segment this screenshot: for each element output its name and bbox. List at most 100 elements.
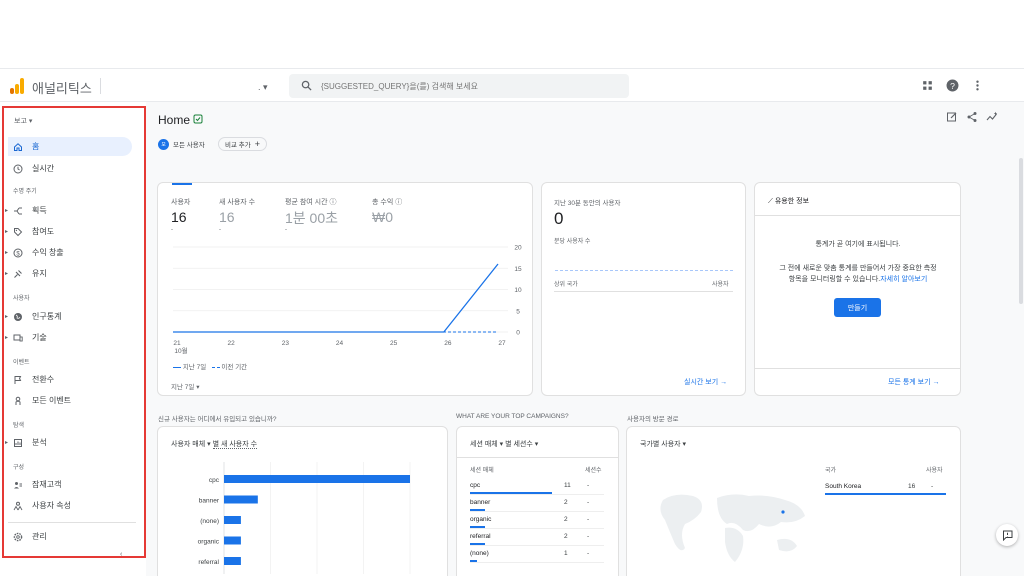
users-line-chart: 20 15 10 5 0 21 22 23 24 25 26 27 10월 bbox=[173, 245, 522, 355]
insights-divider bbox=[755, 215, 960, 216]
sidebar-item-admin[interactable]: 관리 bbox=[8, 527, 132, 546]
sidebar-item-realtime[interactable]: 실시간 bbox=[8, 159, 132, 178]
bar-label: referral bbox=[198, 559, 219, 566]
realtime-card bbox=[541, 182, 746, 396]
edit-icon[interactable] bbox=[946, 111, 958, 123]
help-outline-icon[interactable]: ⓘ bbox=[329, 199, 336, 206]
view-all-insights-link[interactable]: 모든 통계 보기 → bbox=[888, 377, 939, 387]
campaign-row-label[interactable]: referral bbox=[470, 533, 491, 540]
new-users-dimension-dropdown[interactable]: 사용자 매체 ▾ 별 새 사용자 수 bbox=[171, 439, 258, 449]
legend-current-swatch bbox=[173, 366, 181, 369]
help-icon[interactable]: ? bbox=[946, 79, 959, 92]
metric-value: 16 bbox=[171, 209, 187, 225]
campaign-dimension-dropdown[interactable]: 세션 매체 ▾ 별 세션수 ▾ bbox=[470, 439, 538, 449]
x-tick-sublabel: 10월 bbox=[174, 346, 187, 355]
feedback-button[interactable] bbox=[996, 524, 1018, 546]
campaign-row-label[interactable]: cpc bbox=[470, 482, 480, 489]
view-realtime-link[interactable]: 실시간 보기 → bbox=[684, 377, 727, 387]
search-bar[interactable] bbox=[289, 74, 629, 98]
sidebar-item-label: 기술 bbox=[32, 333, 47, 342]
campaign-row-value: 2 bbox=[564, 516, 568, 523]
sidebar-item-label: 잠재고객 bbox=[32, 480, 62, 489]
country-row-label[interactable]: South Korea bbox=[825, 483, 861, 490]
country-dropdown[interactable]: 국가별 사용자 ▾ bbox=[640, 439, 686, 449]
sidebar-item-monetization[interactable]: ▸ $ 수익 창출 bbox=[5, 243, 132, 262]
expand-caret-icon: ▸ bbox=[5, 208, 9, 214]
metric-selector[interactable]: 별 새 사용자 수 bbox=[212, 441, 258, 449]
dimension-label: 사용자 매체 ▾ bbox=[171, 441, 211, 448]
insights-message: 통계가 곧 여기에 표시됩니다. bbox=[815, 241, 901, 248]
analytics-logo-icon[interactable] bbox=[10, 78, 24, 94]
campaign-row-change: - bbox=[587, 533, 590, 540]
campaign-row-label[interactable]: (none) bbox=[470, 550, 489, 557]
active-metric-underline bbox=[172, 183, 192, 185]
insights-sparkle-icon[interactable] bbox=[986, 111, 998, 123]
metric-label[interactable]: 평균 참여 시간 ⓘ bbox=[285, 197, 336, 207]
campaign-row-label[interactable]: organic bbox=[470, 516, 491, 523]
x-tick-label: 25 bbox=[390, 340, 398, 347]
sidebar-item-label: 유지 bbox=[32, 269, 47, 278]
compare-label: 비교 추가 bbox=[225, 142, 251, 149]
bar-label: organic bbox=[198, 539, 220, 546]
report-selector[interactable]: 보고 ▾ bbox=[14, 116, 32, 126]
sidebar-item-label: 관리 bbox=[32, 532, 47, 541]
campaigns-divider bbox=[457, 457, 618, 458]
sidebar-item-acquisition[interactable]: ▸ 획득 bbox=[5, 201, 132, 220]
metric-change: - bbox=[285, 227, 287, 233]
apps-grid-icon[interactable] bbox=[921, 79, 934, 92]
sidebar-item-audiences[interactable]: 잠재고객 bbox=[8, 475, 132, 494]
realtime-col-users: 사용자 bbox=[712, 282, 729, 288]
campaign-row-label[interactable]: banner bbox=[470, 499, 490, 506]
page-scrollbar[interactable] bbox=[1019, 158, 1023, 304]
insights-message: 항목을 모니터링할 수 있습니다.자세히 알아보기 bbox=[758, 274, 958, 286]
help-outline-icon[interactable]: ⓘ bbox=[395, 199, 402, 206]
metric-label[interactable]: 새 사용자 수 bbox=[219, 197, 255, 207]
insights-footer-divider bbox=[755, 368, 960, 369]
campaign-row-change: - bbox=[587, 516, 590, 523]
date-range-dropdown[interactable]: 지난 7일 ▾ bbox=[171, 381, 199, 391]
more-vert-icon[interactable] bbox=[971, 79, 984, 92]
add-comparison-button[interactable]: 비교 추가 + bbox=[218, 137, 267, 151]
title-divider bbox=[100, 78, 101, 94]
acquisition-icon bbox=[14, 207, 22, 214]
collapse-chevron-icon[interactable]: ‹ bbox=[120, 551, 122, 558]
sidebar-item-all-events[interactable]: 모든 이벤트 bbox=[8, 391, 132, 410]
world-map bbox=[660, 494, 805, 562]
audience-icon bbox=[14, 481, 22, 488]
analysis-icon bbox=[14, 438, 22, 447]
chevron-down-icon: ▾ bbox=[196, 384, 200, 391]
metric-label[interactable]: 사용자 bbox=[171, 197, 190, 207]
feedback-icon bbox=[1002, 530, 1012, 541]
sidebar-item-demographics[interactable]: ▸ 인구통계 bbox=[5, 307, 132, 326]
report-label: 보고 bbox=[14, 118, 27, 125]
sidebar-item-engagement[interactable]: ▸ 참여도 bbox=[5, 222, 132, 241]
bar-label: (none) bbox=[200, 518, 219, 525]
all-users-chip[interactable]: 모 모든 사용자 bbox=[158, 137, 205, 151]
expand-caret-icon: ▸ bbox=[5, 440, 9, 446]
account-selector[interactable]: . ▾ bbox=[258, 82, 268, 93]
sidebar-item-user-properties[interactable]: 사용자 속성 bbox=[8, 496, 132, 515]
sidebar-item-retention[interactable]: ▸ 유지 bbox=[5, 264, 132, 283]
sidebar-item-analysis[interactable]: ▸ 분석 bbox=[5, 433, 132, 452]
sidebar-section-title: 이벤트 bbox=[13, 360, 30, 366]
sidebar-item-conversions[interactable]: 전환수 bbox=[8, 370, 132, 389]
search-input[interactable] bbox=[321, 74, 621, 98]
realtime-divider bbox=[554, 291, 733, 292]
expand-caret-icon: ▸ bbox=[5, 250, 9, 256]
sidebar-item-label: 획득 bbox=[32, 206, 47, 215]
campaign-row-divider bbox=[470, 511, 604, 512]
share-icon[interactable] bbox=[966, 111, 978, 123]
search-icon bbox=[301, 80, 312, 91]
campaign-row-change: - bbox=[587, 550, 590, 557]
touch-icon bbox=[15, 396, 21, 405]
campaign-row-divider bbox=[470, 528, 604, 529]
learn-more-link[interactable]: 자세히 알아보기 bbox=[880, 276, 927, 283]
insights-trend-icon: ⟋ bbox=[768, 198, 773, 205]
bar bbox=[224, 495, 258, 504]
create-insight-button[interactable]: 만들기 bbox=[834, 298, 881, 317]
sidebar-item-home[interactable]: 홈 bbox=[8, 137, 132, 156]
sidebar-item-tech[interactable]: ▸ 기술 bbox=[5, 328, 132, 347]
new-users-bar-chart: cpc banner (none) organic referral bbox=[198, 462, 411, 574]
metric-label[interactable]: 총 수익 ⓘ bbox=[372, 197, 402, 207]
sidebar-item-label: 모든 이벤트 bbox=[32, 396, 72, 405]
